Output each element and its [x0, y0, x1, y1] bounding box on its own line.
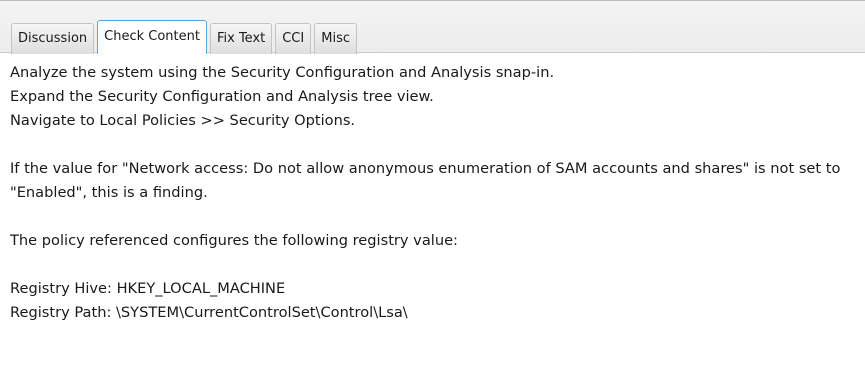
tab-discussion[interactable]: Discussion — [11, 23, 95, 54]
finding-condition-text: If the value for "Network access: Do not… — [10, 160, 841, 201]
tab-fix-text[interactable]: Fix Text — [209, 23, 273, 54]
tab-misc[interactable]: Misc — [314, 23, 357, 54]
tab-cci[interactable]: CCI — [275, 23, 312, 54]
tab-list: Discussion Check Content Fix Text CCI Mi… — [11, 20, 360, 54]
registry-path-text: Registry Path: \SYSTEM\CurrentControlSet… — [10, 304, 408, 321]
instruction-line-expand: Expand the Security Configuration and An… — [10, 88, 434, 105]
instruction-line-navigate: Navigate to Local Policies >> Security O… — [10, 112, 356, 129]
tab-strip: Discussion Check Content Fix Text CCI Mi… — [0, 0, 865, 54]
registry-hive-text: Registry Hive: HKEY_LOCAL_MACHINE — [10, 280, 286, 297]
instruction-line-analyze: Analyze the system using the Security Co… — [10, 64, 555, 81]
tab-check-content[interactable]: Check Content — [97, 20, 207, 54]
check-content-panel: Analyze the system using the Security Co… — [10, 61, 860, 325]
policy-reference-text: The policy referenced configures the fol… — [10, 232, 458, 249]
